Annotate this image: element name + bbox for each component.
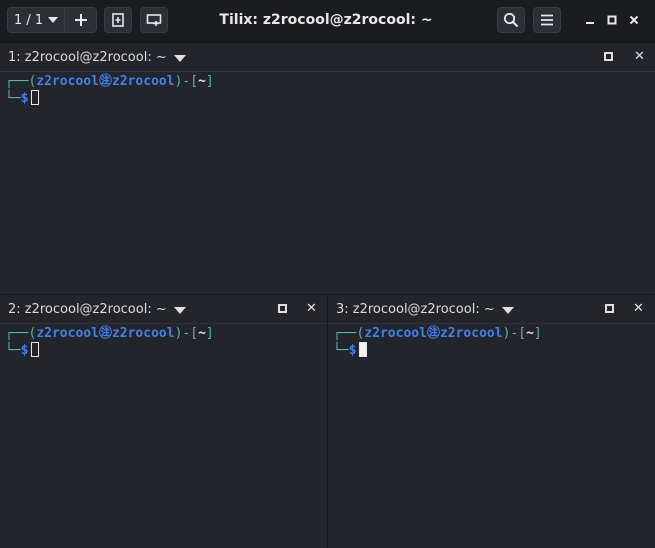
terminal-cursor — [31, 342, 40, 357]
header-bar: 1 / 1 Tilix: z2rocool@z2rocool: ~ — [0, 0, 655, 43]
minimize-icon — [586, 22, 594, 24]
session-label: 1 / 1 — [14, 12, 44, 28]
prompt-dollar: $ — [348, 343, 357, 358]
menu-button[interactable] — [533, 7, 561, 33]
pane-title-bar: 1: z2rocool@z2rocool: ~ ✕ — [0, 43, 655, 72]
prompt-symbol: ㊟ — [98, 326, 112, 341]
chevron-down-icon[interactable] — [174, 55, 186, 62]
session-switcher-button[interactable]: 1 / 1 — [7, 7, 65, 33]
terminal-cursor — [31, 90, 40, 105]
window-title: Tilix: z2rocool@z2rocool: ~ — [219, 12, 433, 28]
search-button[interactable] — [497, 7, 525, 33]
add-window-button[interactable] — [140, 7, 168, 33]
close-pane-icon[interactable]: ✕ — [634, 50, 645, 63]
close-pane-icon[interactable]: ✕ — [306, 302, 317, 315]
prompt-dollar: $ — [20, 343, 29, 358]
maximize-icon — [607, 15, 617, 25]
prompt-dir: ~ — [198, 326, 206, 341]
terminal-output[interactable]: ┌──(z2rocool㊟z2rocool)-[~] └─$ — [333, 325, 542, 359]
maximize-pane-icon[interactable] — [605, 304, 614, 313]
chevron-down-icon — [48, 17, 58, 23]
prompt-host: z2rocool — [111, 74, 175, 89]
pane-title[interactable]: 1: z2rocool@z2rocool: ~ — [8, 50, 167, 65]
terminal-pane-2[interactable]: 2: z2rocool@z2rocool: ~ ✕ ┌──(z2rocool㊟z… — [0, 295, 327, 548]
plus-icon — [74, 14, 87, 26]
close-icon — [629, 15, 639, 25]
search-icon — [503, 12, 519, 28]
add-session-button[interactable] — [65, 7, 97, 33]
minimize-button[interactable] — [582, 12, 598, 28]
add-terminal-button[interactable] — [104, 7, 132, 33]
maximize-pane-icon[interactable] — [604, 52, 613, 61]
pane-title[interactable]: 2: z2rocool@z2rocool: ~ — [8, 302, 167, 317]
terminal-pane-1[interactable]: 1: z2rocool@z2rocool: ~ ✕ ┌──(z2rocool㊟z… — [0, 43, 655, 294]
prompt-dir: ~ — [198, 74, 206, 89]
maximize-button[interactable] — [604, 12, 620, 28]
prompt-user: z2rocool — [36, 326, 99, 341]
maximize-pane-icon[interactable] — [278, 304, 287, 313]
terminal-output[interactable]: ┌──(z2rocool㊟z2rocool)-[~] └─$ — [5, 325, 214, 359]
close-pane-icon[interactable]: ✕ — [633, 302, 644, 315]
prompt-host: z2rocool — [111, 326, 175, 341]
prompt-dir: ~ — [526, 326, 534, 341]
pane-title-bar: 3: z2rocool@z2rocool: ~ ✕ — [328, 295, 655, 324]
add-terminal-icon — [112, 13, 124, 27]
pane-title-bar: 2: z2rocool@z2rocool: ~ ✕ — [0, 295, 327, 324]
prompt-dollar: $ — [20, 91, 29, 106]
prompt-symbol: ㊟ — [98, 74, 112, 89]
hamburger-menu-icon — [541, 14, 553, 26]
chevron-down-icon[interactable] — [174, 307, 186, 314]
prompt-host: z2rocool — [439, 326, 503, 341]
pane-title[interactable]: 3: z2rocool@z2rocool: ~ — [336, 302, 495, 317]
close-button[interactable] — [626, 12, 642, 28]
prompt-user: z2rocool — [364, 326, 427, 341]
terminal-pane-3[interactable]: 3: z2rocool@z2rocool: ~ ✕ ┌──(z2rocool㊟z… — [328, 295, 655, 548]
prompt-user: z2rocool — [36, 74, 99, 89]
prompt-symbol: ㊟ — [426, 326, 440, 341]
terminal-output[interactable]: ┌──(z2rocool㊟z2rocool)-[~] └─$ — [5, 73, 214, 107]
chevron-down-icon[interactable] — [502, 307, 514, 314]
add-window-icon — [146, 14, 162, 26]
terminal-cursor — [359, 342, 368, 357]
